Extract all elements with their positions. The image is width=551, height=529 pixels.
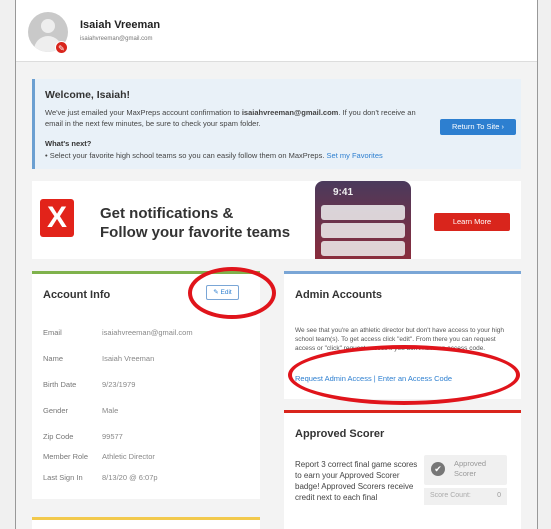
- learn-more-button[interactable]: Learn More: [434, 213, 510, 231]
- whats-next-title: What's next?: [45, 139, 92, 148]
- welcome-email: isaiahvreeman@gmail.com: [241, 108, 339, 117]
- field-value-gender: Male: [102, 406, 119, 415]
- phone-image: 9:41: [315, 181, 411, 259]
- field-value-last-sign-in: 8/13/20 @ 6:07p: [102, 473, 158, 482]
- enter-access-code-link[interactable]: Enter an Access Code: [378, 374, 452, 383]
- notifications-banner[interactable]: X Get notifications & Follow your favori…: [32, 181, 521, 259]
- profile-header: ✎ Isaiah Vreeman isaiahvreeman@gmail.com: [16, 0, 537, 62]
- request-admin-access-link[interactable]: Request Admin Access: [295, 374, 372, 383]
- scorer-status-badge: ✔ Approved Scorer: [424, 455, 507, 485]
- maxpreps-logo-icon: X: [40, 199, 74, 237]
- field-label-last-sign-in: Last Sign In: [43, 473, 83, 482]
- admin-accounts-title: Admin Accounts: [295, 289, 382, 301]
- banner-headline: Get notifications & Follow your favorite…: [100, 204, 290, 242]
- score-count-value: 0: [497, 492, 501, 499]
- field-label-gender: Gender: [43, 406, 69, 415]
- scorer-status: Approved Scorer: [454, 459, 486, 479]
- page-frame: ✎ Isaiah Vreeman isaiahvreeman@gmail.com…: [15, 0, 538, 529]
- set-favorites-link[interactable]: Set my Favorites: [327, 151, 383, 160]
- phone-notification: [321, 241, 405, 256]
- whats-next-text: Select your favorite high school teams s…: [49, 151, 325, 160]
- field-label-zip-code: Zip Code: [43, 432, 74, 441]
- banner-line-1: Get notifications &: [100, 205, 234, 222]
- account-info-card: Account Info ✎ Edit Email isaiahvreeman@…: [32, 271, 260, 499]
- field-value-name: Isaiah Vreeman: [102, 354, 155, 363]
- user-name: Isaiah Vreeman: [80, 19, 161, 31]
- scorer-status-line-1: Approved: [454, 459, 487, 468]
- banner-line-2: Follow your favorite teams: [100, 224, 291, 241]
- welcome-panel: Welcome, Isaiah! We've just emailed your…: [32, 79, 521, 169]
- score-count-label: Score Count:: [430, 492, 471, 499]
- field-label-birth-date: Birth Date: [43, 380, 77, 389]
- approved-scorer-title: Approved Scorer: [295, 428, 385, 440]
- welcome-title: Welcome, Isaiah!: [45, 89, 131, 101]
- scorer-status-line-2: Scorer: [454, 469, 477, 478]
- phone-notification: [321, 223, 405, 238]
- field-value-zip-code: 99577: [102, 432, 123, 441]
- welcome-message: We've just emailed your MaxPreps account…: [45, 107, 425, 129]
- edit-avatar-icon[interactable]: ✎: [55, 41, 68, 54]
- field-value-birth-date: 9/23/1979: [102, 380, 136, 389]
- phone-time: 9:41: [333, 187, 354, 198]
- field-label-name: Name: [43, 354, 64, 363]
- avatar-head: [41, 19, 55, 33]
- field-label-member-role: Member Role: [43, 452, 89, 461]
- account-info-title: Account Info: [43, 289, 111, 301]
- admin-links: Request Admin Access | Enter an Access C…: [295, 374, 452, 383]
- approved-scorer-card: Approved Scorer Report 3 correct final g…: [284, 410, 521, 529]
- return-to-site-button[interactable]: Return To Site ›: [440, 119, 516, 135]
- field-value-member-role: Athletic Director: [102, 452, 155, 461]
- next-card-top: [32, 517, 260, 529]
- score-count: Score Count: 0: [424, 488, 507, 505]
- field-value-email: isaiahvreeman@gmail.com: [102, 328, 193, 337]
- admin-accounts-text: We see that you're an athletic director …: [295, 327, 505, 352]
- admin-accounts-card: Admin Accounts We see that you're an ath…: [284, 271, 521, 399]
- check-icon: ✔: [431, 462, 445, 476]
- phone-notification: [321, 205, 405, 220]
- welcome-text-prefix: We've just emailed your MaxPreps account…: [45, 108, 242, 117]
- whats-next-item: • Select your favorite high school teams…: [45, 151, 383, 160]
- edit-account-button[interactable]: ✎ Edit: [206, 285, 239, 300]
- field-label-email: Email: [43, 328, 62, 337]
- approved-scorer-text: Report 3 correct final game scores to ea…: [295, 460, 418, 502]
- user-email: isaiahvreeman@gmail.com: [80, 36, 153, 42]
